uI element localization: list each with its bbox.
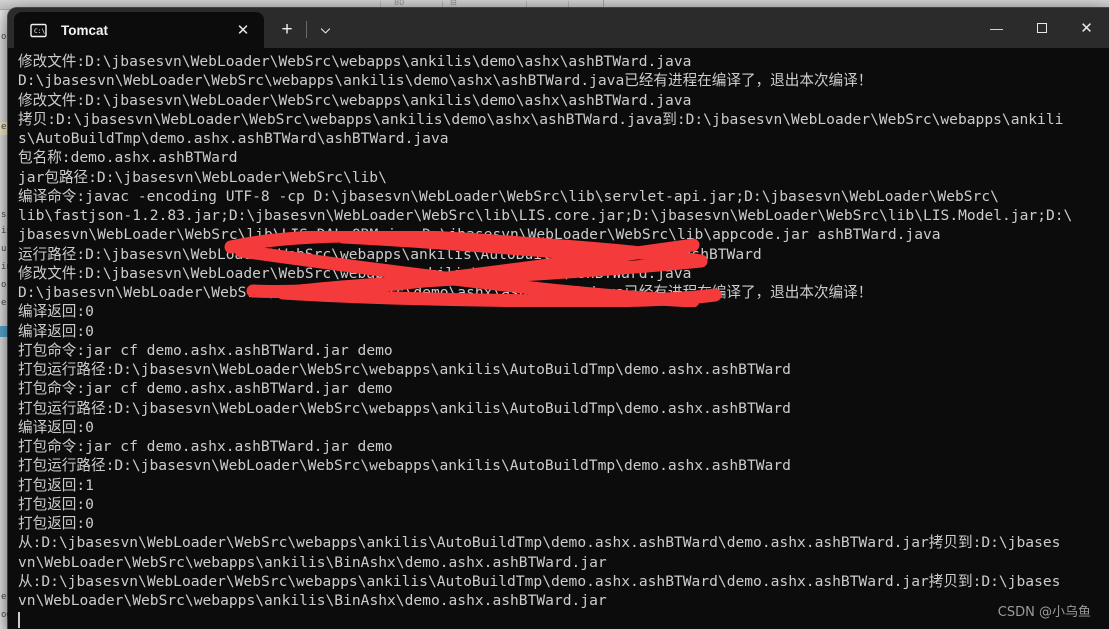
text-cursor bbox=[18, 612, 20, 629]
terminal-cursor-line bbox=[18, 610, 1109, 629]
terminal-window: C:\ Tomcat ✕ + — ✕ 修改文件:D:\jbasesvn\WebL… bbox=[8, 8, 1109, 629]
terminal-lines: 修改文件:D:\jbasesvn\WebLoader\WebSrc\webapp… bbox=[18, 52, 1109, 610]
tab-title: Tomcat bbox=[61, 22, 109, 38]
command-prompt-icon: C:\ bbox=[30, 22, 47, 39]
terminal-line: lib\fastjson-1.2.83.jar;D:\jbasesvn\WebL… bbox=[18, 207, 1073, 224]
maximize-square-icon bbox=[1036, 23, 1047, 33]
terminal-output-pane[interactable]: 修改文件:D:\jbasesvn\WebLoader\WebSrc\webapp… bbox=[8, 48, 1109, 629]
terminal-line: 修改文件:D:\jbasesvn\WebLoader\WebSrc\webapp… bbox=[18, 264, 692, 282]
new-tab-button[interactable]: + bbox=[268, 12, 306, 48]
close-icon[interactable]: ✕ bbox=[228, 16, 258, 44]
terminal-line: 修改文件:D:\jbasesvn\WebLoader\WebSrc\webapp… bbox=[18, 53, 692, 70]
window-controls: — ✕ bbox=[974, 8, 1109, 48]
tab-tomcat[interactable]: C:\ Tomcat ✕ bbox=[14, 12, 264, 48]
background-toolbar-caret: | bbox=[602, 0, 605, 7]
maximize-button[interactable] bbox=[1019, 8, 1064, 48]
terminal-line: 编译返回:0 bbox=[18, 418, 94, 436]
terminal-line: 打包返回:0 bbox=[18, 515, 94, 532]
background-toolbar-icon: ⊟ bbox=[450, 0, 457, 7]
terminal-line: vn\WebLoader\WebSrc\webapps\ankilis\BinA… bbox=[18, 592, 607, 609]
tab-strip: C:\ Tomcat ✕ + bbox=[8, 8, 974, 48]
terminal-line: D:\jbasesvn\WebLoader\WebSrc\webapps\ank… bbox=[18, 284, 873, 301]
background-toolbar-number: 80 bbox=[394, 0, 405, 7]
terminal-line: 打包命令:jar cf demo.ashx.ashBTWard.jar demo bbox=[18, 380, 393, 398]
terminal-line: 编译返回:0 bbox=[18, 322, 94, 340]
terminal-line: 打包命令:jar cf demo.ashx.ashBTWard.jar demo bbox=[18, 438, 393, 455]
minimize-button[interactable]: — bbox=[974, 8, 1019, 48]
chevron-down-icon[interactable] bbox=[307, 12, 343, 48]
terminal-line: 运行路径:D:\jbasesvn\WebLoader\WebSrc\webapp… bbox=[18, 245, 762, 263]
window-close-button[interactable]: ✕ bbox=[1064, 8, 1109, 48]
terminal-line: 打包返回:1 bbox=[18, 476, 94, 494]
terminal-line: 打包运行路径:D:\jbasesvn\WebLoader\WebSrc\weba… bbox=[18, 361, 791, 378]
terminal-line: 打包运行路径:D:\jbasesvn\WebLoader\WebSrc\weba… bbox=[18, 457, 791, 475]
svg-text:C:\: C:\ bbox=[34, 28, 45, 35]
background-code-fragment: s bbox=[1, 210, 7, 220]
watermark-text: CSDN @小乌鱼 bbox=[997, 605, 1091, 620]
terminal-line: 打包命令:jar cf demo.ashx.ashBTWard.jar demo bbox=[18, 341, 393, 359]
terminal-line: vn\WebLoader\WebSrc\webapps\ankilis\BinA… bbox=[18, 553, 607, 571]
terminal-line: jar包路径:D:\jbasesvn\WebLoader\WebSrc\lib\ bbox=[18, 168, 387, 186]
background-code-fragment: e bbox=[1, 592, 7, 602]
terminal-line: 编译返回:0 bbox=[18, 303, 94, 321]
terminal-line: 编译命令:javac -encoding UTF-8 -cp D:\jbases… bbox=[18, 187, 999, 205]
terminal-line: s\AutoBuildTmp\demo.ashx.ashBTWard\ashBT… bbox=[18, 130, 449, 147]
terminal-line: 打包运行路径:D:\jbasesvn\WebLoader\WebSrc\weba… bbox=[18, 399, 791, 417]
background-code-fragment: o bbox=[1, 32, 7, 42]
terminal-line: 修改文件:D:\jbasesvn\WebLoader\WebSrc\webapp… bbox=[18, 91, 692, 109]
terminal-line: 打包返回:0 bbox=[18, 495, 94, 513]
background-code-fragment: e bbox=[1, 298, 7, 308]
terminal-line: 从:D:\jbasesvn\WebLoader\WebSrc\webapps\a… bbox=[18, 572, 1061, 590]
background-code-fragment: e bbox=[1, 122, 7, 132]
terminal-line: D:\jbasesvn\WebLoader\WebSrc\webapps\ank… bbox=[18, 72, 873, 90]
window-titlebar[interactable]: C:\ Tomcat ✕ + — ✕ bbox=[8, 8, 1109, 48]
terminal-line: 包名称:demo.ashx.ashBTWard bbox=[18, 149, 238, 167]
terminal-line: 从:D:\jbasesvn\WebLoader\WebSrc\webapps\a… bbox=[18, 534, 1061, 552]
screenshot-root: o e s is u in o e e og 80 ⊟ | C:\ Tomcat… bbox=[0, 0, 1109, 629]
terminal-line: 拷贝:D:\jbasesvn\WebLoader\WebSrc\webapps\… bbox=[18, 110, 1064, 128]
background-code-fragment: u bbox=[1, 244, 7, 254]
background-code-fragment: o bbox=[1, 280, 7, 290]
terminal-line: jbasesvn\WebLoader\WebSrc\lib\LIS.DAL.OR… bbox=[18, 226, 941, 244]
